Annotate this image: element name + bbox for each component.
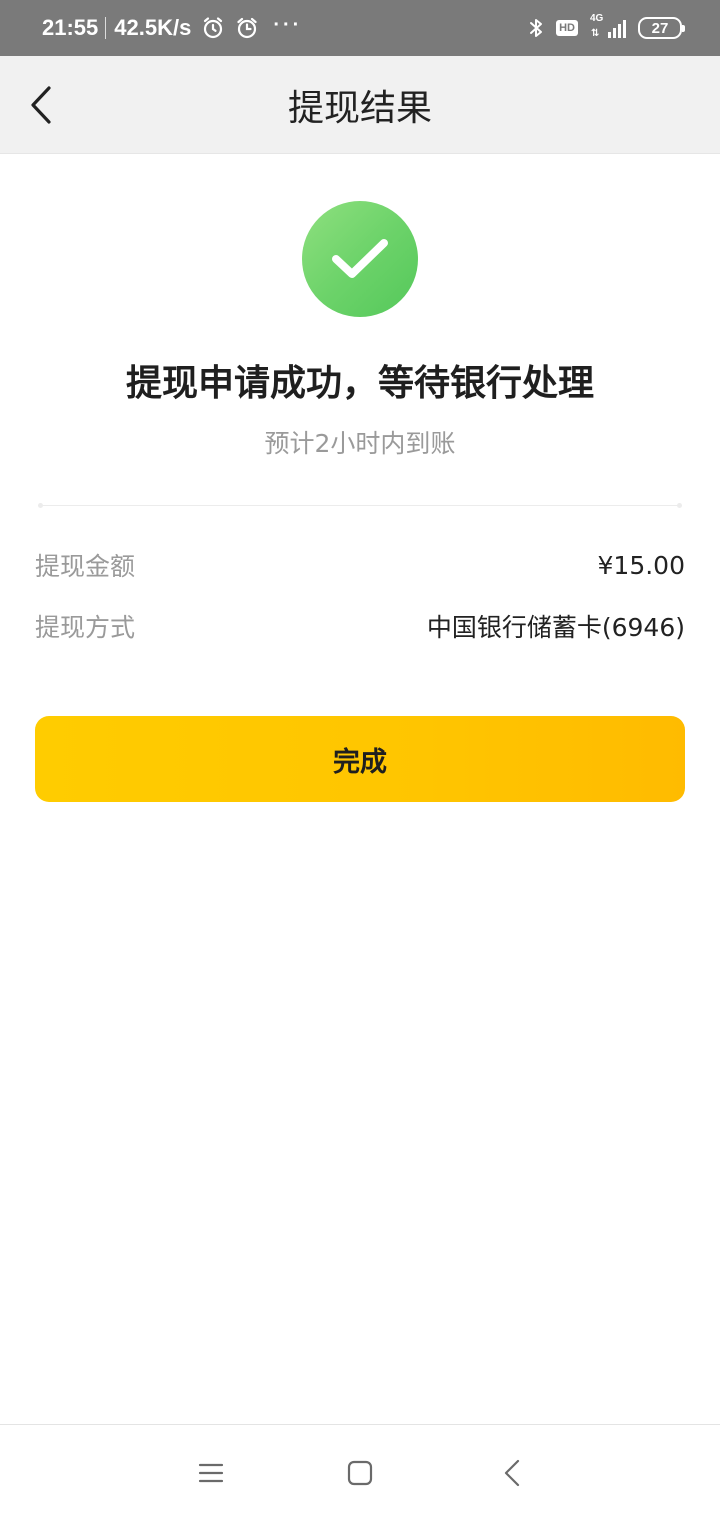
menu-button[interactable] bbox=[187, 1449, 235, 1497]
home-icon bbox=[347, 1460, 373, 1486]
detail-row-amount: 提现金额 ¥15.00 bbox=[35, 545, 685, 585]
withdrawal-result-page: 21:55 42.5K/s ··· HD 4G ⇅ 27 提现结果 提现申请成功… bbox=[0, 0, 720, 1520]
status-bar-right: HD 4G ⇅ 27 bbox=[516, 13, 685, 40]
battery-icon: 27 bbox=[638, 17, 685, 39]
system-nav-bar bbox=[0, 1424, 720, 1520]
result-title: 提现申请成功，等待银行处理 bbox=[125, 363, 594, 404]
network-type: 4G bbox=[590, 13, 604, 24]
detail-row-method: 提现方式 中国银行储蓄卡(6946) bbox=[35, 606, 685, 646]
status-bar: 21:55 42.5K/s ··· HD 4G ⇅ 27 bbox=[0, 0, 720, 56]
back-button[interactable] bbox=[20, 80, 64, 130]
alarm-clock-icon bbox=[235, 16, 259, 40]
status-separator bbox=[105, 17, 107, 39]
status-net-speed: 42.5K/s bbox=[114, 15, 192, 40]
method-label: 提现方式 bbox=[35, 613, 136, 642]
status-time: 21:55 bbox=[42, 15, 99, 40]
alarm-icon bbox=[201, 16, 225, 40]
signal-icon: 4G ⇅ bbox=[590, 13, 626, 40]
system-back-button[interactable] bbox=[488, 1449, 536, 1497]
status-overflow-icon: ··· bbox=[273, 13, 303, 36]
nav-bar: 提现结果 bbox=[0, 56, 720, 154]
amount-label: 提现金额 bbox=[35, 552, 136, 581]
divider bbox=[38, 503, 682, 508]
hd-icon: HD bbox=[556, 20, 578, 36]
status-bar-left: 21:55 42.5K/s ··· bbox=[42, 13, 303, 41]
battery-level: 27 bbox=[651, 19, 669, 37]
result-subtitle: 预计2小时内到账 bbox=[264, 429, 456, 458]
amount-value: ¥15.00 bbox=[597, 550, 685, 580]
back-arrow-icon bbox=[504, 1459, 520, 1487]
done-button[interactable]: 完成 bbox=[35, 716, 685, 802]
success-check-icon bbox=[302, 201, 418, 317]
menu-icon bbox=[198, 1463, 224, 1483]
method-value: 中国银行储蓄卡(6946) bbox=[426, 613, 685, 642]
home-button[interactable] bbox=[336, 1449, 384, 1497]
data-arrows-icon: ⇅ bbox=[591, 28, 600, 39]
page-title: 提现结果 bbox=[287, 88, 432, 129]
chevron-left-icon bbox=[31, 86, 51, 124]
signal-bars bbox=[608, 20, 626, 38]
bluetooth-icon bbox=[528, 16, 544, 40]
